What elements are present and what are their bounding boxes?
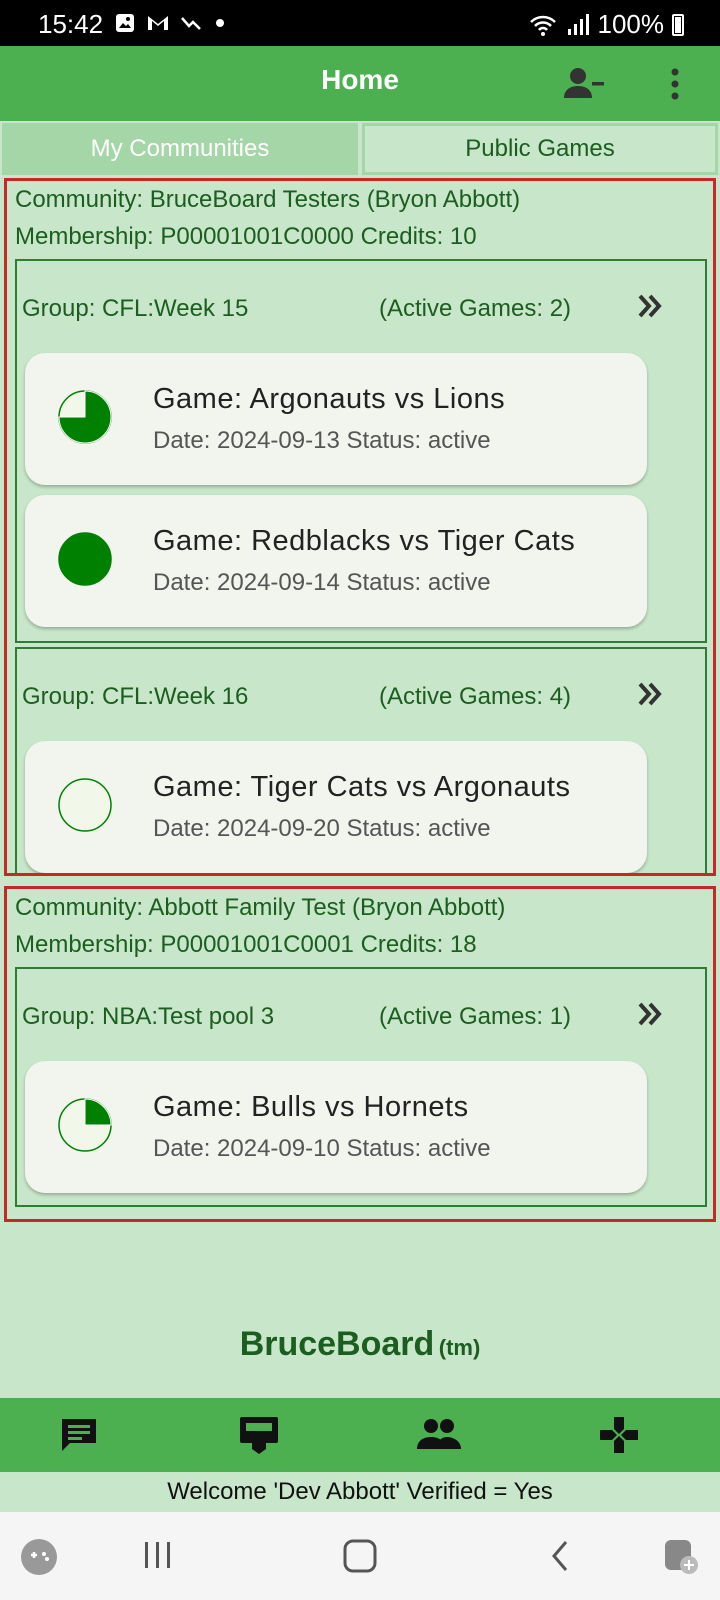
dot-icon: [216, 19, 224, 27]
board-icon[interactable]: [238, 1415, 280, 1455]
group-name: Group: CFL:Week 16: [22, 683, 249, 710]
active-games-count: (Active Games: 2): [379, 295, 572, 322]
person-remove-icon[interactable]: [562, 64, 606, 104]
bottom-nav: [0, 1398, 720, 1472]
group-section: Group: NBA:Test pool 3 (Active Games: 1)…: [15, 967, 707, 1207]
people-icon[interactable]: [416, 1415, 462, 1455]
brand-name: BruceBoard: [239, 1325, 435, 1363]
system-nav-bar: [0, 1512, 720, 1600]
app-bar: Home: [0, 46, 720, 121]
accessibility-icon[interactable]: [662, 1538, 700, 1576]
tab-public-games[interactable]: Public Games: [362, 123, 718, 175]
game-title: Game: Argonauts vs Lions: [153, 383, 506, 415]
game-meta: Date: 2024-09-10 Status: active: [153, 1135, 491, 1162]
progress-pie-icon: [58, 778, 112, 832]
tab-my-communities[interactable]: My Communities: [2, 123, 358, 175]
group-name: Group: NBA:Test pool 3: [22, 1003, 275, 1030]
home-icon[interactable]: [342, 1538, 378, 1574]
brand-footer: BruceBoard (tm): [0, 1325, 720, 1364]
tab-bar: My Communities Public Games: [2, 123, 718, 175]
game-card[interactable]: Game: Redblacks vs Tiger Cats Date: 2024…: [25, 495, 647, 627]
game-title: Game: Bulls vs Hornets: [153, 1091, 469, 1123]
signal-icon: [567, 13, 589, 35]
game-card[interactable]: Game: Argonauts vs Lions Date: 2024-09-1…: [25, 353, 647, 485]
double-chevron-right-icon[interactable]: [635, 999, 665, 1029]
gmail-icon: [148, 16, 168, 30]
brand-trademark: (tm): [438, 1335, 481, 1360]
gallery-icon: [116, 14, 134, 32]
progress-pie-icon: [58, 390, 112, 444]
active-games-count: (Active Games: 4): [379, 683, 572, 710]
active-games-count: (Active Games: 1): [379, 1003, 572, 1030]
double-chevron-right-icon[interactable]: [635, 291, 665, 321]
progress-pie-icon: [58, 1098, 112, 1152]
group-name: Group: CFL:Week 15: [22, 295, 249, 322]
game-meta: Date: 2024-09-20 Status: active: [153, 815, 491, 842]
game-title: Game: Redblacks vs Tiger Cats: [153, 525, 576, 557]
wifi-icon: [529, 15, 556, 36]
welcome-message: Welcome 'Dev Abbott' Verified = Yes: [167, 1478, 553, 1505]
recent-apps-icon[interactable]: [142, 1538, 174, 1572]
game-card[interactable]: Game: Tiger Cats vs Argonauts Date: 2024…: [25, 741, 647, 873]
group-section: Group: CFL:Week 16 (Active Games: 4) Gam…: [15, 647, 707, 873]
page-title: Home: [321, 64, 399, 95]
community-membership: Membership: P00001001C0001 Credits: 18: [15, 931, 477, 958]
double-chevron-right-icon[interactable]: [635, 679, 665, 709]
group-section: Group: CFL:Week 15 (Active Games: 2) Gam…: [15, 259, 707, 643]
battery-icon: [672, 13, 684, 36]
chat-icon[interactable]: [58, 1415, 100, 1455]
game-card[interactable]: Game: Bulls vs Hornets Date: 2024-09-10 …: [25, 1061, 647, 1193]
community-membership: Membership: P00001001C0000 Credits: 10: [15, 223, 477, 250]
community-title: Community: BruceBoard Testers (Bryon Abb…: [15, 186, 521, 213]
back-icon[interactable]: [548, 1538, 572, 1574]
game-meta: Date: 2024-09-14 Status: active: [153, 569, 491, 596]
game-meta: Date: 2024-09-13 Status: active: [153, 427, 491, 454]
community-card: Community: Abbott Family Test (Bryon Abb…: [4, 886, 716, 1222]
more-vert-icon[interactable]: [660, 64, 690, 104]
notification-icons: [114, 12, 226, 34]
community-card: Community: BruceBoard Testers (Bryon Abb…: [4, 178, 716, 876]
community-title: Community: Abbott Family Test (Bryon Abb…: [15, 894, 506, 921]
battery-text: 100%: [597, 9, 665, 39]
progress-pie-icon: [58, 532, 112, 586]
status-time: 15:42: [38, 9, 104, 39]
gamepad-icon[interactable]: [598, 1415, 640, 1455]
game-launcher-icon[interactable]: [20, 1538, 58, 1576]
trend-icon: [181, 17, 201, 30]
game-title: Game: Tiger Cats vs Argonauts: [153, 771, 571, 803]
status-bar: 15:42 100%: [0, 0, 720, 46]
